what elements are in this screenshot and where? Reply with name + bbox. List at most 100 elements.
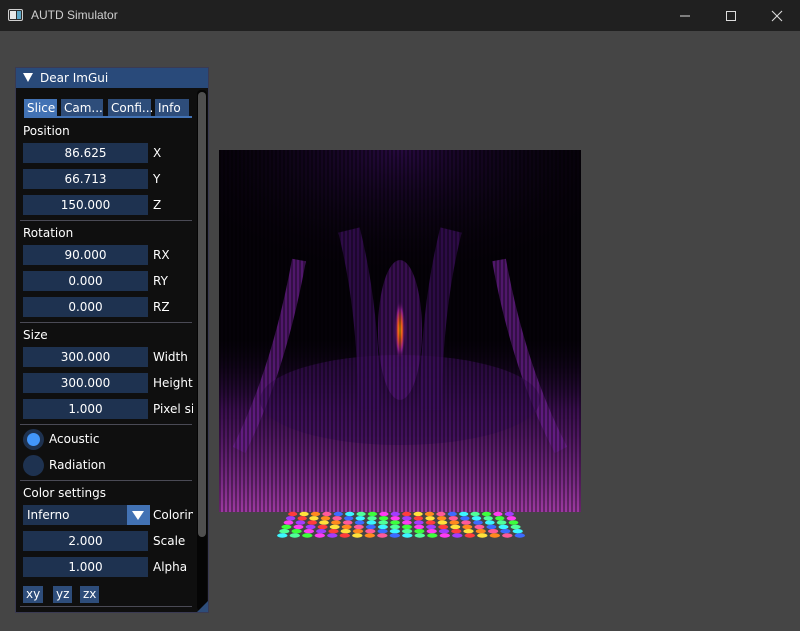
transducer — [378, 520, 388, 525]
transducer — [514, 533, 525, 538]
transducer — [427, 533, 438, 538]
transducer — [414, 533, 425, 538]
transducer — [288, 511, 298, 517]
close-icon — [771, 10, 783, 22]
transducer — [460, 516, 470, 521]
transducer — [277, 533, 288, 538]
transducer — [328, 529, 339, 534]
collapse-arrow-icon[interactable] — [23, 73, 33, 82]
app-icon — [8, 9, 23, 21]
transducer — [463, 529, 474, 534]
transducer — [331, 520, 341, 525]
alpha-input[interactable]: 1.000 — [23, 557, 148, 577]
transducer — [413, 511, 423, 517]
transducer — [474, 524, 485, 530]
maximize-button[interactable] — [708, 0, 754, 31]
transducer — [364, 533, 375, 538]
transducer — [314, 533, 325, 538]
size-height-label: Height — [153, 376, 193, 390]
transducer — [475, 529, 486, 534]
rotation-rx-label: RX — [153, 248, 170, 262]
colormap-label: Coloring — [153, 508, 193, 522]
transducer — [493, 511, 503, 517]
transducer — [289, 533, 300, 538]
position-y-input[interactable]: 66.713 — [23, 169, 148, 189]
resize-grip-icon[interactable] — [197, 601, 208, 612]
transducer — [377, 524, 388, 530]
position-z-input[interactable]: 150.000 — [23, 195, 148, 215]
separator — [20, 606, 192, 607]
xy-plane-button[interactable]: xy — [23, 586, 44, 603]
transducer — [390, 511, 400, 517]
minimize-button[interactable] — [662, 0, 708, 31]
position-x-input[interactable]: 86.625 — [23, 143, 148, 163]
tab-slice[interactable]: Slice — [24, 99, 57, 117]
transducer — [320, 516, 331, 521]
acoustic-field-slice[interactable] — [219, 150, 581, 512]
rotation-ry-label: RY — [153, 274, 168, 288]
minimize-icon — [680, 15, 690, 17]
transducer — [378, 516, 389, 521]
transducer — [356, 511, 366, 517]
transducer — [452, 533, 463, 538]
scale-input[interactable]: 2.000 — [23, 531, 148, 551]
radiation-radio-label: Radiation — [49, 458, 106, 472]
radiation-radio[interactable] — [23, 455, 44, 476]
transducer — [341, 524, 352, 530]
transducer — [436, 511, 446, 517]
separator — [20, 220, 192, 221]
transducer — [413, 516, 424, 521]
transducer — [390, 524, 400, 530]
transducer — [486, 524, 497, 530]
transducer — [483, 516, 493, 521]
position-y-label: Y — [153, 172, 161, 186]
window-title: AUTD Simulator — [31, 8, 118, 22]
transducer — [389, 529, 400, 534]
imgui-title-bar[interactable]: Dear ImGui — [16, 68, 208, 88]
transducer — [449, 520, 460, 525]
transducer — [424, 511, 435, 517]
position-z-label: Z — [153, 198, 162, 212]
transducer — [285, 516, 296, 521]
close-button[interactable] — [754, 0, 800, 31]
transducer — [329, 524, 340, 530]
tab-info[interactable]: Info — [155, 99, 189, 117]
chevron-down-icon[interactable] — [127, 505, 150, 525]
colormap-combo[interactable]: Inferno — [23, 505, 150, 525]
tab-camera[interactable]: Cam... — [61, 99, 103, 117]
acoustic-radio[interactable] — [23, 429, 44, 450]
tab-config[interactable]: Confi... — [108, 99, 153, 117]
transducer — [437, 516, 447, 521]
transducer — [302, 533, 313, 538]
size-width-label: Width — [153, 350, 188, 364]
vertical-scrollbar[interactable] — [197, 90, 207, 611]
transducer — [327, 533, 338, 538]
title-bar[interactable]: AUTD Simulator — [0, 0, 800, 31]
scrollbar-thumb[interactable] — [198, 92, 206, 537]
rotation-ry-input[interactable]: 0.000 — [23, 271, 148, 291]
pixel-size-input[interactable]: 1.000 — [23, 399, 148, 419]
tab-underline — [24, 116, 192, 118]
maximize-icon — [726, 11, 736, 21]
transducer — [508, 520, 519, 525]
zx-plane-button[interactable]: zx — [80, 586, 100, 603]
transducer — [307, 520, 317, 525]
rotation-rz-input[interactable]: 0.000 — [23, 297, 148, 317]
scale-label: Scale — [153, 534, 186, 548]
transducer — [352, 529, 364, 534]
transducer — [414, 529, 425, 534]
size-height-input[interactable]: 300.000 — [23, 373, 148, 393]
transducer — [481, 511, 492, 517]
transducer — [477, 533, 488, 538]
transducer — [309, 516, 319, 521]
transducer — [470, 511, 480, 517]
transducer — [426, 529, 437, 534]
transducer — [414, 520, 424, 525]
position-x-label: X — [153, 146, 162, 160]
size-width-input[interactable]: 300.000 — [23, 347, 148, 367]
rotation-rx-input[interactable]: 90.000 — [23, 245, 148, 265]
transducer — [504, 511, 514, 517]
yz-plane-button[interactable]: yz — [53, 586, 73, 603]
transducer — [339, 533, 350, 538]
transducer — [464, 533, 475, 538]
